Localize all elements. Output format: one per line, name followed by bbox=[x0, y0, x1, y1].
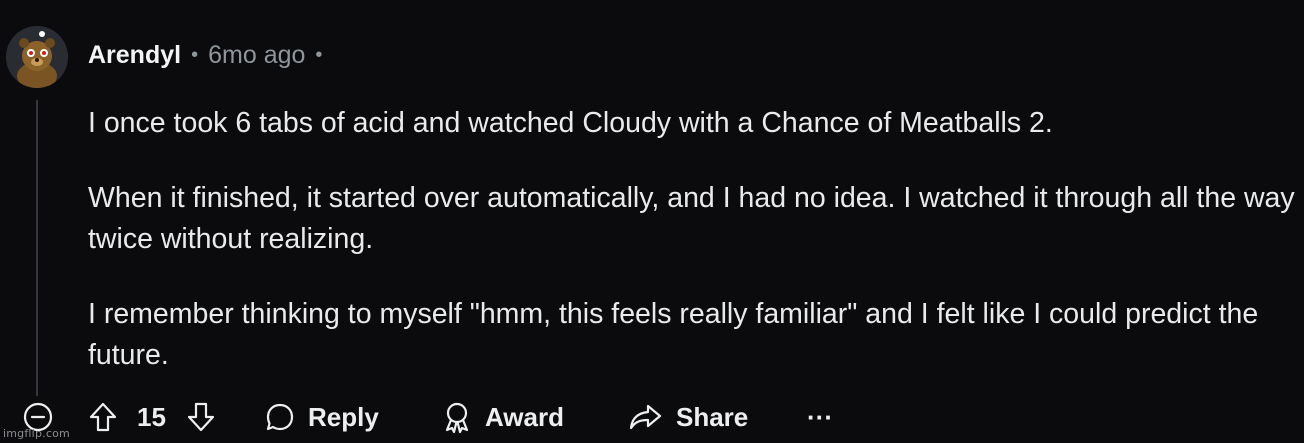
thread-line[interactable] bbox=[36, 100, 38, 396]
upvote-button[interactable] bbox=[88, 392, 118, 442]
avatar-image bbox=[6, 26, 68, 88]
comment-paragraph: I remember thinking to myself "hmm, this… bbox=[88, 298, 1259, 371]
separator-dot: • bbox=[191, 43, 199, 66]
username-link[interactable]: Arendyl bbox=[88, 41, 181, 70]
watermark: imgflip.com bbox=[3, 427, 70, 440]
comment-bubble-icon bbox=[266, 403, 294, 431]
timestamp[interactable]: 6mo ago bbox=[208, 41, 305, 70]
comment-paragraph: I once took 6 tabs of acid and watched C… bbox=[88, 107, 1053, 139]
separator-dot: • bbox=[315, 43, 323, 66]
reply-label: Reply bbox=[308, 401, 379, 432]
reply-button[interactable]: Reply bbox=[264, 392, 379, 442]
downvote-arrow-icon bbox=[187, 402, 215, 432]
vote-score: 15 bbox=[137, 401, 166, 432]
more-options-icon: ··· bbox=[807, 401, 833, 432]
share-label: Share bbox=[676, 401, 749, 432]
share-button[interactable]: Share bbox=[628, 392, 748, 442]
award-label: Award bbox=[485, 401, 564, 432]
downvote-button[interactable] bbox=[186, 392, 216, 442]
comment-meta: Arendyl • 6mo ago • bbox=[88, 38, 332, 72]
award-button[interactable]: Award bbox=[441, 392, 564, 442]
comment-paragraph: When it finished, it started over automa… bbox=[88, 182, 1295, 255]
upvote-arrow-icon bbox=[89, 402, 117, 432]
share-arrow-icon bbox=[629, 404, 662, 430]
award-icon bbox=[445, 402, 469, 434]
comment-action-bar: 15 Reply Award Share ··· bbox=[0, 392, 1304, 442]
comment-body: I once took 6 tabs of acid and watched C… bbox=[88, 103, 1298, 410]
avatar[interactable] bbox=[6, 26, 68, 88]
more-options-button[interactable]: ··· bbox=[807, 392, 833, 442]
